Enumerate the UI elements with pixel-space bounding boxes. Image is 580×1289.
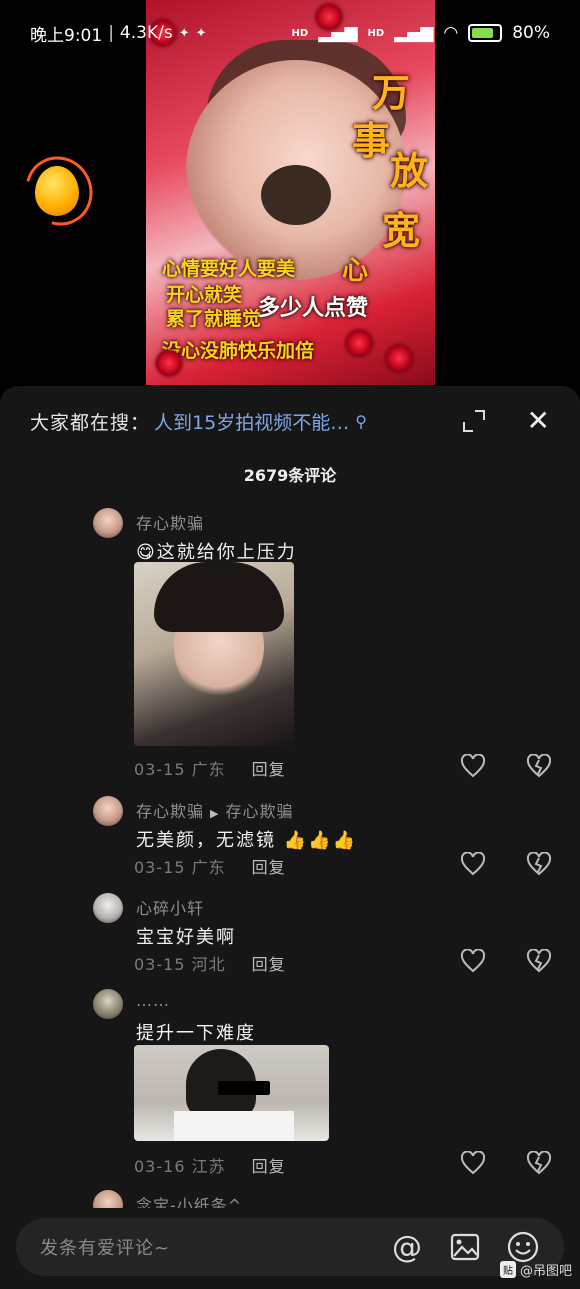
rose-decoration xyxy=(346,330,372,356)
signal-hd-label: HD xyxy=(291,27,309,39)
sheet-header: 大家都在搜： 人到15岁拍视频不能… ⚲ ✕ xyxy=(0,386,580,456)
comment-date-location: 03-15 广东 xyxy=(134,854,226,878)
comment-text: 😋这就给你上压力 xyxy=(136,542,297,563)
comment-date-location: 03-15 广东 xyxy=(134,756,226,780)
comment-meta: 03-15 广东 回复 xyxy=(134,854,286,878)
comment-date-location: 03-16 江苏 xyxy=(134,1153,226,1177)
overlay-char: 事 xyxy=(352,118,391,163)
like-icon[interactable] xyxy=(460,949,486,973)
comment-location: 广东 xyxy=(191,858,226,877)
overlay-char: 放 xyxy=(390,148,429,193)
comment-location: 河北 xyxy=(191,955,226,974)
comment-username[interactable]: 心碎小轩 xyxy=(136,895,204,919)
notification-icon: ✦ xyxy=(178,25,190,41)
comment-location: 广东 xyxy=(191,760,226,779)
trending-search-link[interactable]: 人到15岁拍视频不能… xyxy=(154,408,349,435)
comment-username-line: 存心欺骗 ▶ 存心欺骗 xyxy=(136,798,294,822)
comment-image[interactable] xyxy=(134,562,294,746)
comment-text: 宝宝好美啊 xyxy=(136,927,236,948)
avatar[interactable] xyxy=(93,1190,123,1210)
comment-username[interactable]: 存心欺骗 xyxy=(136,802,204,821)
emoji-icon[interactable] xyxy=(506,1230,540,1264)
like-icon[interactable] xyxy=(460,754,486,778)
battery-fill xyxy=(472,28,493,38)
reply-button[interactable]: 回复 xyxy=(252,756,286,780)
reply-to-username[interactable]: 存心欺骗 xyxy=(225,802,293,821)
overlay-line: 没心没肺快乐加倍 xyxy=(162,340,315,362)
notification-icon: ✦ xyxy=(195,25,207,41)
comment-text: 无美颜，无滤镜 👍👍👍 xyxy=(136,830,357,851)
avatar[interactable] xyxy=(93,989,123,1019)
comment-text: 提升一下难度 xyxy=(136,1023,256,1044)
dislike-icon[interactable] xyxy=(526,1151,552,1175)
pixel-sunglasses-icon xyxy=(218,1081,270,1095)
overlay-char: 心 xyxy=(342,256,369,286)
comment-meta: 03-16 江苏 回复 xyxy=(134,1153,286,1177)
overlay-line: 心情要好人要美 xyxy=(162,258,296,280)
signal-icon-2: ▂▄▆ xyxy=(394,23,434,43)
watermark: 贴 @吊图吧 xyxy=(499,1260,572,1279)
rose-decoration xyxy=(386,345,412,371)
dislike-icon[interactable] xyxy=(526,949,552,973)
comment-location: 江苏 xyxy=(191,1157,226,1176)
comment-image-shirt xyxy=(174,1111,294,1141)
rose-decoration xyxy=(156,350,182,376)
battery-icon xyxy=(468,24,503,42)
comment-username[interactable]: …… xyxy=(136,991,170,1010)
comment-image-hair xyxy=(154,562,284,632)
comment-date: 03-15 xyxy=(134,955,186,974)
comment-item: 念宝-小纸条^ xyxy=(0,1190,580,1210)
comment-sheet: 大家都在搜： 人到15岁拍视频不能… ⚲ ✕ 2679条评论 存心欺骗 😋这就给… xyxy=(0,386,580,1289)
overlay-char: 宽 xyxy=(382,208,421,253)
overlay-line: 累了就睡觉 xyxy=(166,308,262,330)
dislike-icon[interactable] xyxy=(526,754,552,778)
comment-image[interactable] xyxy=(134,1045,329,1141)
mention-icon[interactable]: @ xyxy=(390,1230,424,1265)
comment-meta: 03-15 河北 回复 xyxy=(134,951,286,975)
comment-input-bar[interactable]: 发条有爱评论~ @ xyxy=(16,1218,564,1276)
watermark-badge: 贴 xyxy=(499,1261,516,1278)
overlay-char: 万 xyxy=(372,70,411,115)
dislike-icon[interactable] xyxy=(526,852,552,876)
comment-date: 03-15 xyxy=(134,858,186,877)
network-speed: 4.3K/s xyxy=(119,23,173,43)
avatar[interactable] xyxy=(93,893,123,923)
avatar[interactable] xyxy=(93,508,123,538)
comment-username[interactable]: 存心欺骗 xyxy=(136,510,204,534)
search-icon[interactable]: ⚲ xyxy=(355,412,367,431)
like-icon[interactable] xyxy=(460,1151,486,1175)
trending-search-label: 大家都在搜： xyxy=(30,411,151,434)
video-dog-nose-sticker xyxy=(261,165,331,225)
expand-icon[interactable] xyxy=(462,410,485,432)
reply-button[interactable]: 回复 xyxy=(252,1153,286,1177)
comment-date: 03-16 xyxy=(134,1157,186,1176)
reply-arrow-icon: ▶ xyxy=(210,807,220,820)
signal-hd-label-2: HD xyxy=(367,27,385,39)
status-bar: 晚上9:01 | 4.3K/s ✦ ✦ HD ▂▄▆ HD ▂▄▆ ◠ 80% xyxy=(0,0,580,66)
comment-date-location: 03-15 河北 xyxy=(134,951,226,975)
signal-icon: ▂▄▆ xyxy=(318,23,358,43)
comment-count: 2679条评论 xyxy=(243,466,337,485)
battery-percent: 80% xyxy=(512,23,550,43)
watermark-text: @吊图吧 xyxy=(519,1264,572,1279)
comment-meta: 03-15 广东 回复 xyxy=(134,756,286,780)
comment-date: 03-15 xyxy=(134,760,186,779)
reply-button[interactable]: 回复 xyxy=(252,951,286,975)
golden-egg-icon[interactable] xyxy=(35,166,79,216)
close-icon[interactable]: ✕ xyxy=(527,407,550,435)
avatar[interactable] xyxy=(93,796,123,826)
image-icon[interactable] xyxy=(448,1230,482,1264)
reply-button[interactable]: 回复 xyxy=(252,854,286,878)
comment-input[interactable]: 发条有爱评论~ xyxy=(40,1234,366,1260)
overlay-line: 多少人点赞 xyxy=(258,295,369,321)
like-icon[interactable] xyxy=(460,852,486,876)
status-time: 晚上9:01 xyxy=(30,25,103,46)
wifi-icon: ◠ xyxy=(443,23,459,43)
overlay-line: 开心就笑 xyxy=(166,284,243,306)
status-divider: | xyxy=(108,23,114,43)
